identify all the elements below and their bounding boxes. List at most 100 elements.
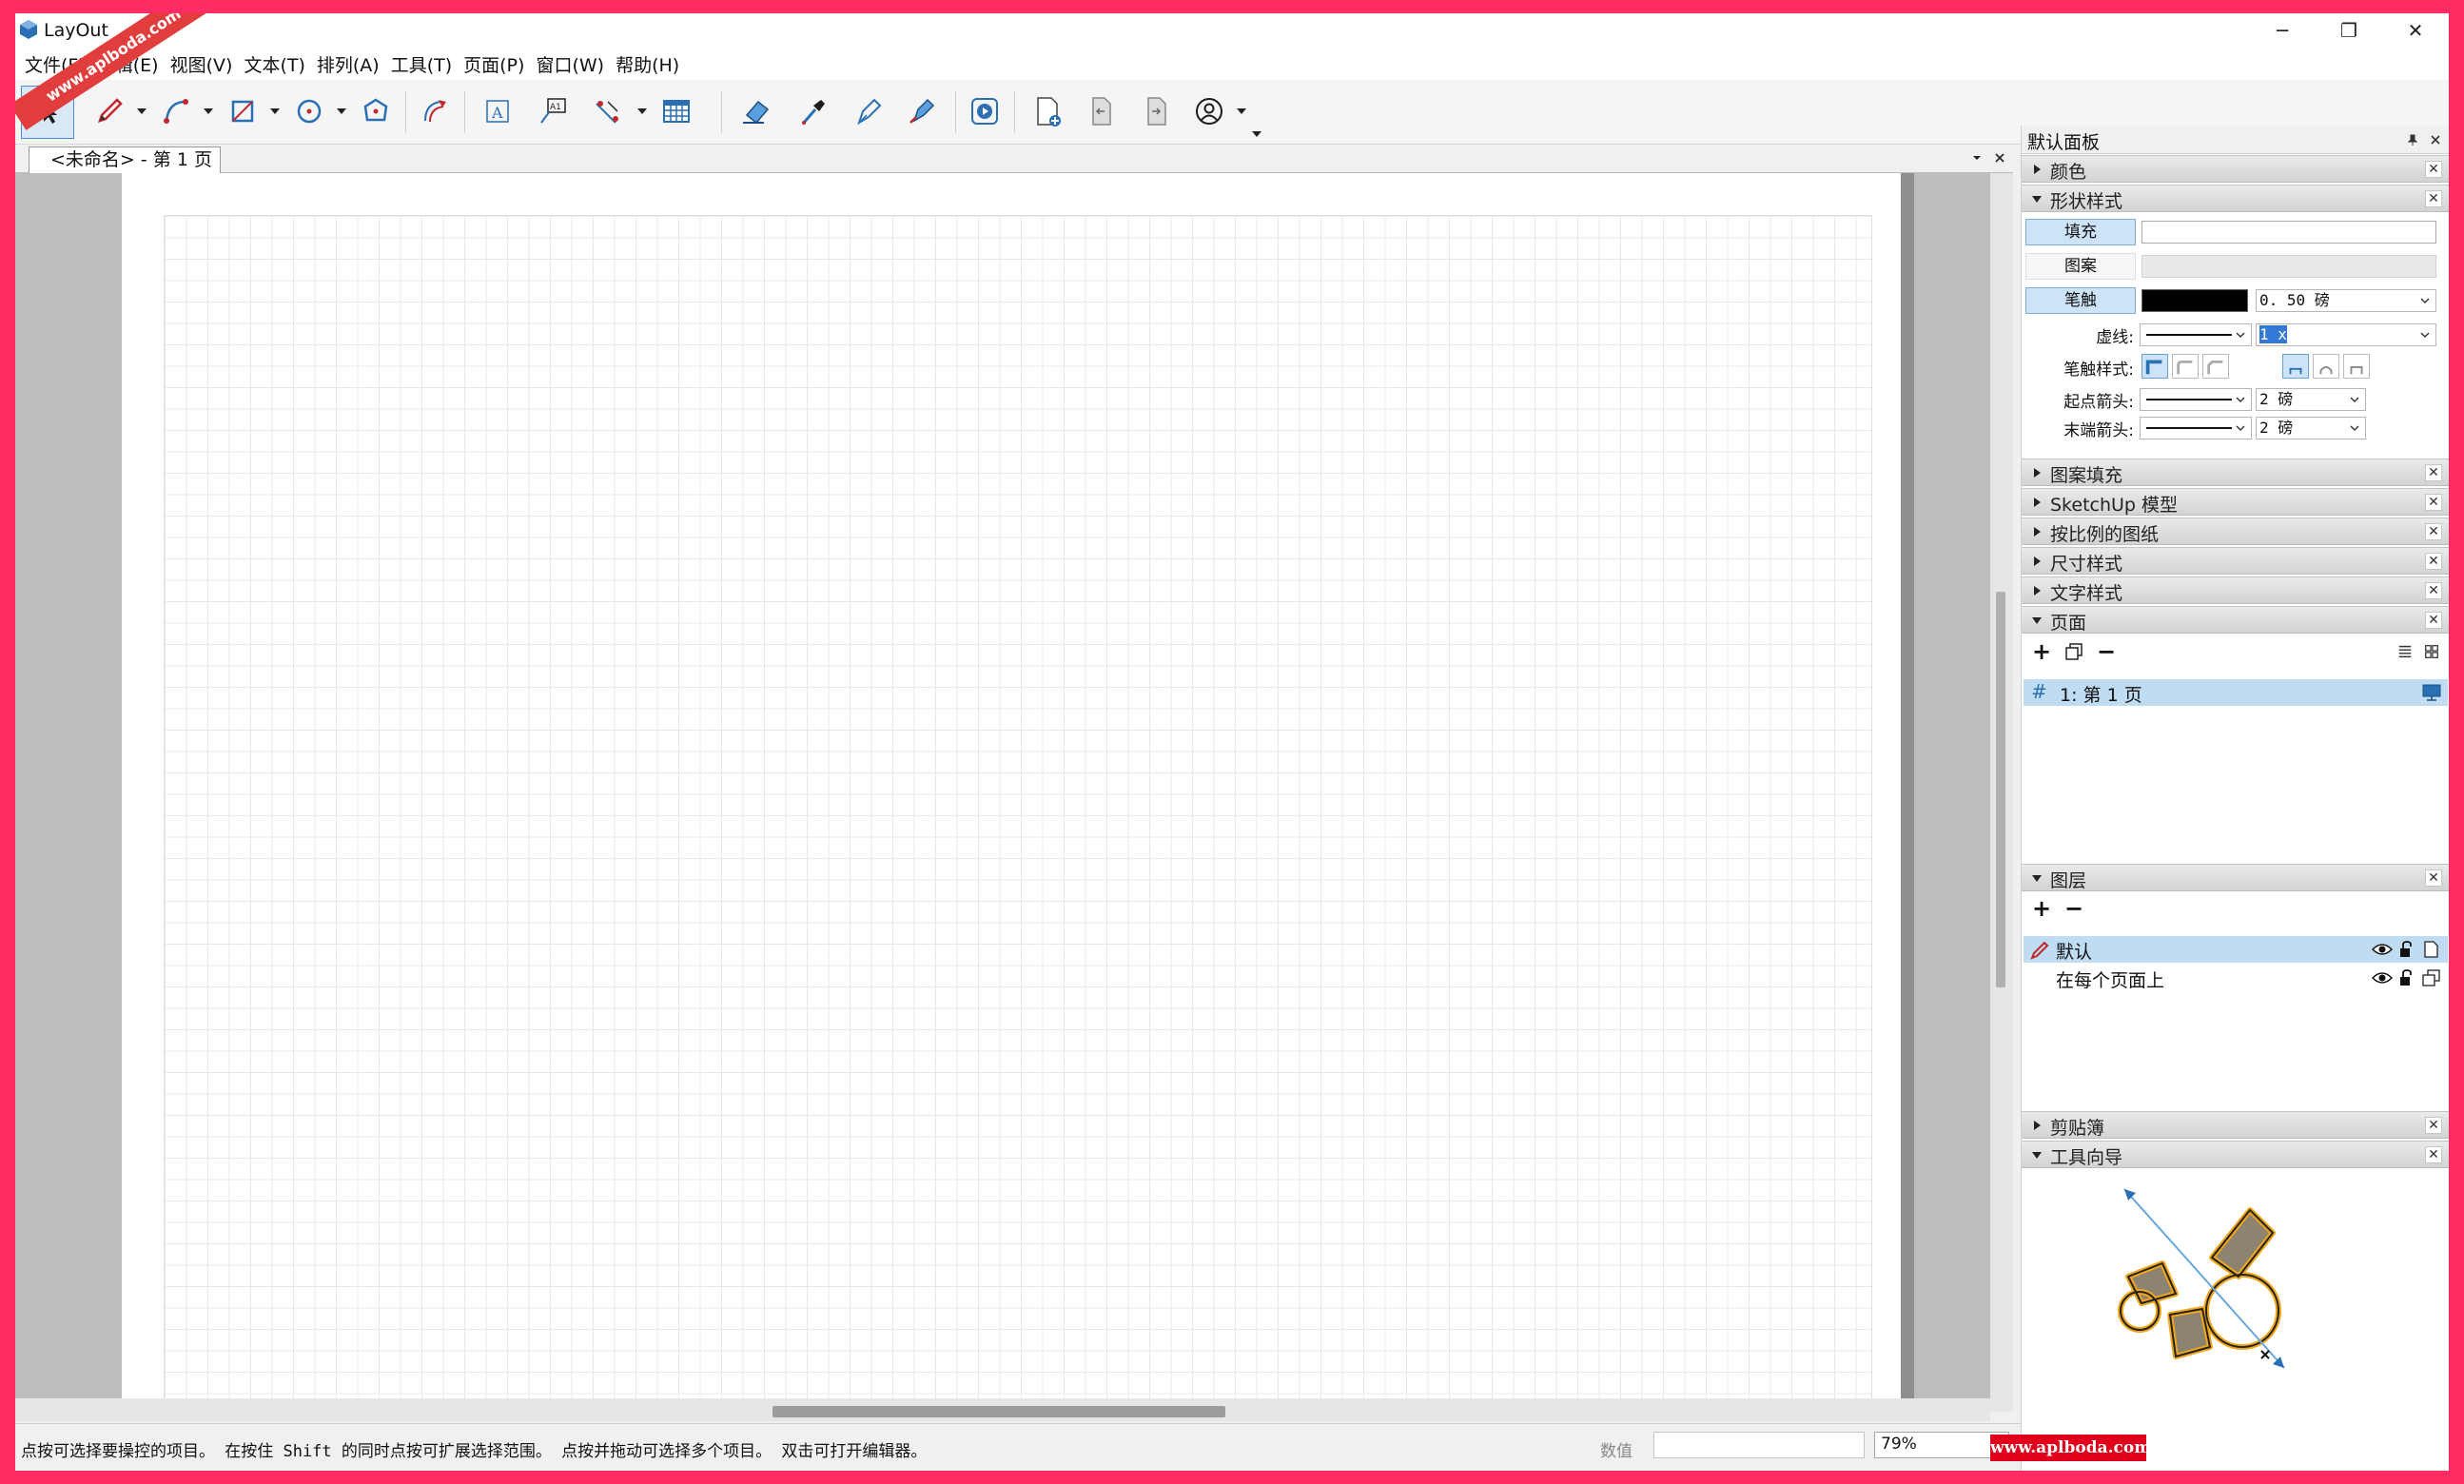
paper-page[interactable]	[122, 173, 1914, 1412]
pencil-tool-button[interactable]	[88, 89, 131, 133]
section-close-icon[interactable]: ✕	[2425, 612, 2442, 629]
zoom-select[interactable]: 79%	[1874, 1432, 2009, 1458]
next-page-button[interactable]	[1134, 89, 1178, 133]
previous-page-button[interactable]	[1079, 89, 1123, 133]
drawing-canvas[interactable]	[15, 173, 2013, 1412]
stroke-toggle-button[interactable]: 笔触	[2025, 287, 2136, 314]
single-page-layer-icon[interactable]	[2421, 940, 2440, 959]
join-style-bevel-button[interactable]	[2343, 354, 2370, 379]
minimize-button[interactable]: ─	[2249, 13, 2316, 48]
join-style-round-button[interactable]	[2313, 354, 2339, 379]
dash-pattern-select[interactable]	[2140, 323, 2252, 346]
grid-view-button[interactable]	[2419, 639, 2444, 664]
menu-tools[interactable]: 工具(T)	[385, 51, 458, 77]
polygon-tool-button[interactable]	[354, 89, 398, 133]
delete-page-button[interactable]: −	[2094, 638, 2119, 665]
section-close-icon[interactable]: ✕	[2425, 494, 2442, 511]
add-page-button[interactable]	[1026, 89, 1069, 133]
text-tool-button[interactable]: A	[476, 89, 519, 133]
section-scaled-drawing-header[interactable]: 按比例的图纸 ✕	[2022, 517, 2449, 545]
layer-row-every-page[interactable]: 在每个页面上	[2024, 965, 2448, 991]
horizontal-scrollbar[interactable]	[15, 1398, 1990, 1421]
pin-icon[interactable]	[2406, 133, 2419, 146]
panel-close-icon[interactable]	[2429, 133, 2442, 146]
fill-toggle-button[interactable]: 填充	[2025, 219, 2136, 245]
section-close-icon[interactable]: ✕	[2425, 190, 2442, 207]
cap-style-flat-button[interactable]	[2141, 354, 2168, 379]
arc-tool-button[interactable]	[154, 89, 198, 133]
section-instructor-header[interactable]: 工具向导 ✕	[2022, 1141, 2449, 1168]
account-button[interactable]	[1187, 89, 1231, 133]
menu-text[interactable]: 文本(T)	[238, 51, 310, 77]
menu-window[interactable]: 窗口(W)	[530, 51, 610, 77]
section-sketchup-model-header[interactable]: SketchUp 模型 ✕	[2022, 488, 2449, 516]
style-tool-button[interactable]	[792, 89, 835, 133]
split-tool-button[interactable]	[847, 89, 890, 133]
section-color-header[interactable]: 颜色 ✕	[2022, 155, 2449, 183]
value-input[interactable]	[1653, 1432, 1865, 1458]
menu-arrange[interactable]: 排列(A)	[311, 51, 385, 77]
end-arrow-select[interactable]	[2140, 417, 2252, 439]
stroke-color-swatch[interactable]	[2141, 289, 2248, 312]
table-tool-button[interactable]	[655, 89, 698, 133]
cap-style-round-button[interactable]	[2172, 354, 2199, 379]
start-arrow-size-select[interactable]: 2 磅	[2256, 388, 2366, 411]
circle-tool-button[interactable]	[287, 89, 331, 133]
section-close-icon[interactable]: ✕	[2425, 161, 2442, 178]
eye-icon[interactable]	[2372, 970, 2393, 986]
presentation-screen-icon[interactable]	[2421, 683, 2442, 702]
start-arrow-select[interactable]	[2140, 388, 2252, 411]
join-tool-button[interactable]	[900, 89, 944, 133]
eye-icon[interactable]	[2372, 942, 2393, 957]
pencil-dropdown-icon[interactable]	[135, 105, 148, 118]
offset-tool-button[interactable]	[413, 89, 457, 133]
section-dimension-style-header[interactable]: 尺寸样式 ✕	[2022, 547, 2449, 575]
pattern-toggle-button[interactable]: 图案	[2025, 253, 2136, 280]
presentation-tool-button[interactable]	[963, 89, 1007, 133]
end-arrow-size-select[interactable]: 2 磅	[2256, 417, 2366, 439]
section-pages-header[interactable]: 页面 ✕	[2022, 606, 2449, 634]
eraser-tool-button[interactable]	[734, 89, 778, 133]
label-tool-button[interactable]: A1	[531, 89, 575, 133]
menu-pages[interactable]: 页面(P)	[458, 51, 530, 77]
section-layers-header[interactable]: 图层 ✕	[2022, 864, 2449, 891]
section-close-icon[interactable]: ✕	[2425, 869, 2442, 887]
duplicate-page-button[interactable]	[2062, 639, 2086, 664]
account-dropdown-icon[interactable]	[1235, 105, 1248, 118]
section-text-style-header[interactable]: 文字样式 ✕	[2022, 576, 2449, 604]
layer-row-default[interactable]: 默认	[2024, 936, 2448, 963]
page-list-item[interactable]: # 1: 第 1 页	[2024, 679, 2448, 706]
section-close-icon[interactable]: ✕	[2425, 1146, 2442, 1163]
join-style-miter-button[interactable]	[2282, 354, 2309, 379]
cap-style-bevel-button[interactable]	[2202, 354, 2229, 379]
unlock-icon[interactable]	[2398, 940, 2414, 959]
arc-dropdown-icon[interactable]	[202, 105, 215, 118]
fill-color-swatch[interactable]	[2141, 221, 2436, 244]
rectangle-dropdown-icon[interactable]	[268, 105, 282, 118]
menu-view[interactable]: 视图(V)	[165, 51, 239, 77]
dimension-tool-button[interactable]	[586, 89, 630, 133]
section-close-icon[interactable]: ✕	[2425, 523, 2442, 540]
vertical-scroll-thumb[interactable]	[1996, 592, 2005, 987]
delete-layer-button[interactable]: −	[2062, 895, 2086, 922]
restore-button[interactable]: ❐	[2316, 13, 2382, 48]
circle-dropdown-icon[interactable]	[335, 105, 348, 118]
section-close-icon[interactable]: ✕	[2425, 553, 2442, 570]
dimension-dropdown-icon[interactable]	[636, 105, 649, 118]
section-pattern-fill-header[interactable]: 图案填充 ✕	[2022, 459, 2449, 486]
stroke-weight-select[interactable]: 0. 50 磅	[2256, 289, 2436, 312]
vertical-scrollbar[interactable]	[1990, 173, 2013, 1412]
list-view-button[interactable]	[2393, 639, 2417, 664]
section-scrapbooks-header[interactable]: 剪贴簿 ✕	[2022, 1111, 2449, 1139]
section-close-icon[interactable]: ✕	[2425, 464, 2442, 481]
shared-layer-icon[interactable]	[2421, 968, 2442, 987]
add-layer-button[interactable]: +	[2029, 895, 2054, 922]
toolbar-overflow-icon[interactable]	[1250, 127, 1263, 141]
tab-close-icon[interactable]	[1994, 152, 2005, 164]
close-button[interactable]: ✕	[2382, 13, 2449, 48]
dash-scale-select[interactable]: 1 x	[2256, 323, 2436, 346]
section-shape-style-header[interactable]: 形状样式 ✕	[2022, 185, 2449, 212]
document-tab[interactable]: <未命名> - 第 1 页	[29, 146, 221, 173]
tab-list-dropdown-icon[interactable]	[1971, 152, 1983, 164]
rectangle-tool-button[interactable]	[221, 89, 264, 133]
